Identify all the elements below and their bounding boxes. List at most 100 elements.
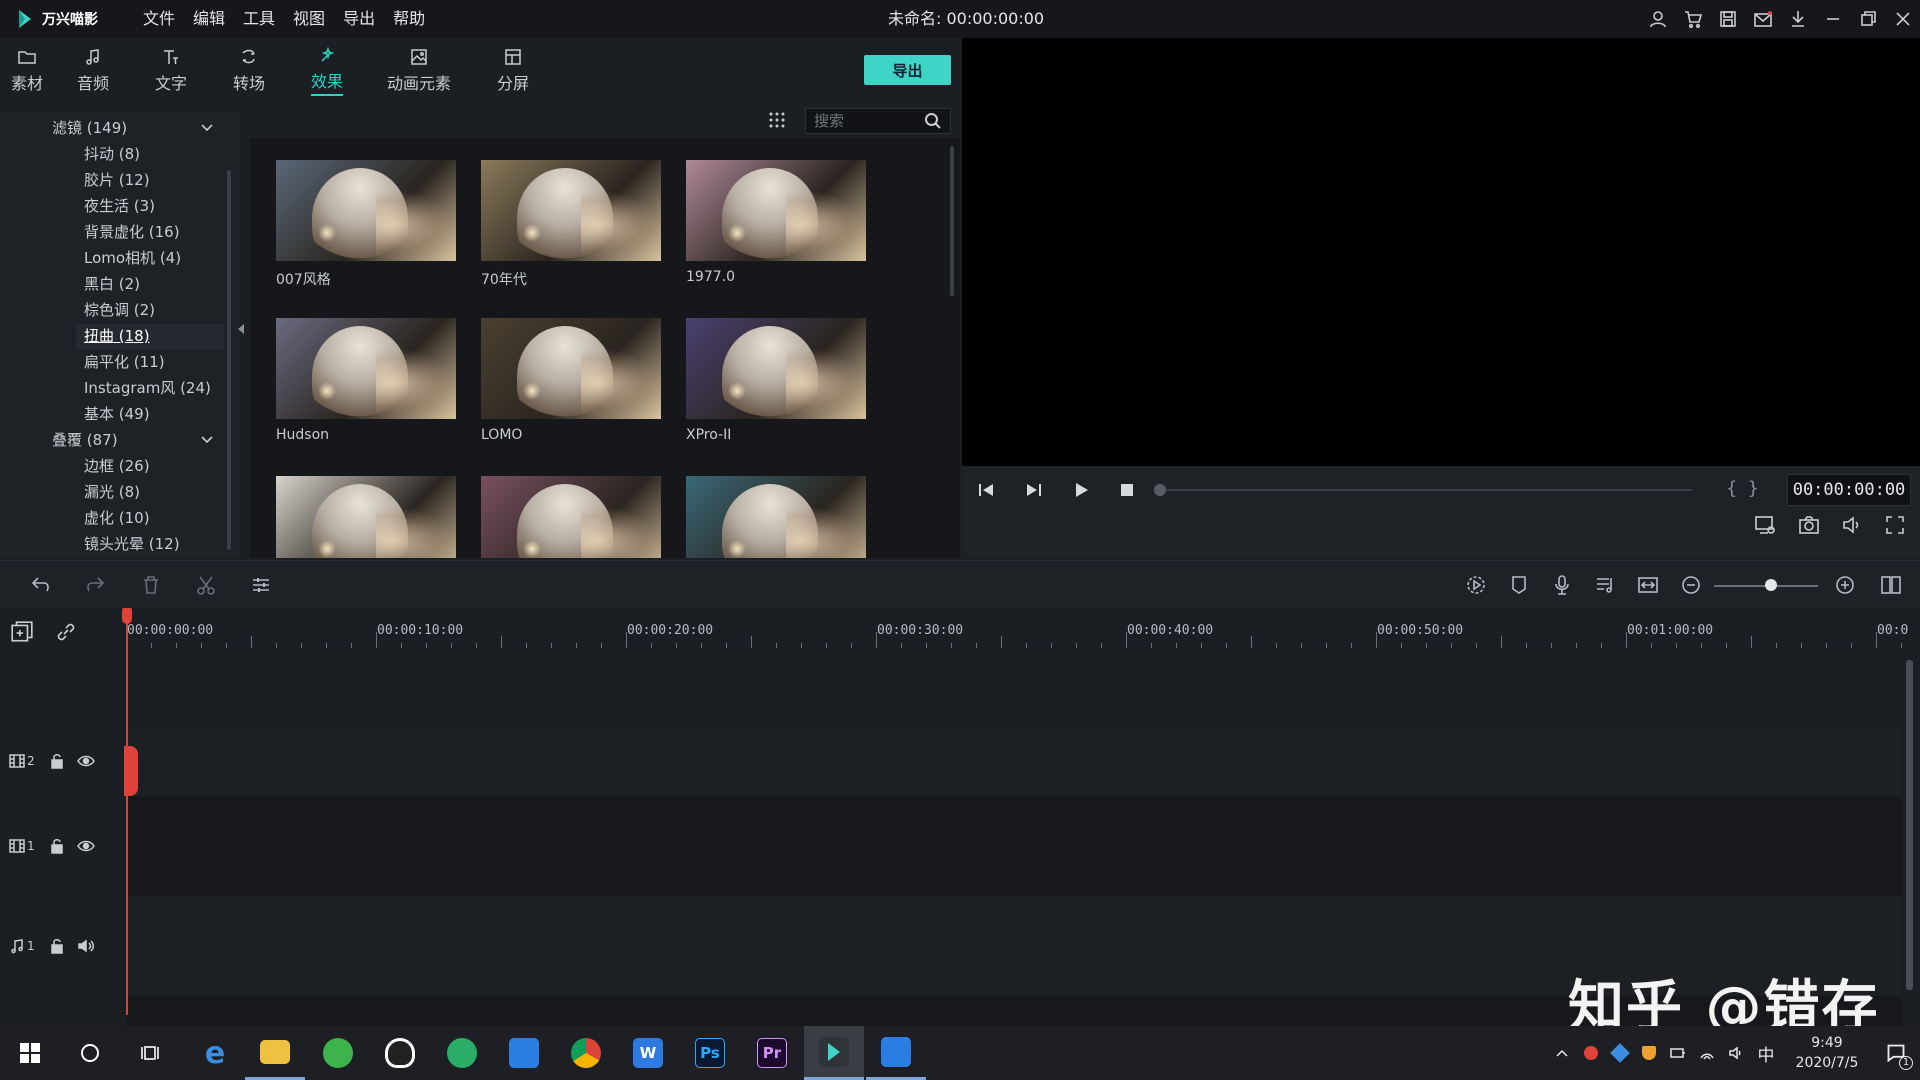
tree-item[interactable]: 扁平化 (11) <box>84 350 165 374</box>
tree-item[interactable]: 胶片 (12) <box>84 168 150 192</box>
redo-icon[interactable] <box>84 574 106 596</box>
delete-icon[interactable] <box>140 574 162 596</box>
menu-help[interactable]: 帮助 <box>384 0 434 38</box>
tree-category-filters[interactable]: 滤镜 (149) <box>52 116 127 140</box>
zoom-out-icon[interactable] <box>1680 574 1702 596</box>
lock-icon[interactable] <box>49 938 65 954</box>
volume-icon[interactable] <box>1841 514 1863 536</box>
tab-text[interactable]: 文字 <box>132 38 210 102</box>
timeline-ruler[interactable]: 00:00:00:00 00:00:10:00 00:00:20:00 00:00:3… <box>126 608 1908 656</box>
microphone-icon[interactable] <box>1551 574 1573 596</box>
taskbar-wechat-button[interactable] <box>432 1026 492 1080</box>
tree-item[interactable]: 边框 (26) <box>84 454 150 478</box>
tree-item[interactable]: 背景虚化 (16) <box>84 220 180 244</box>
effect-thumbnail[interactable]: XPro-II <box>686 318 866 443</box>
taskbar-start-button[interactable] <box>0 1026 60 1080</box>
collapse-arrow-icon[interactable] <box>237 322 245 336</box>
search-input[interactable] <box>806 112 924 130</box>
chevron-up-icon[interactable] <box>1547 1026 1576 1080</box>
taskbar-photoshop-button[interactable]: Ps <box>680 1026 740 1080</box>
lock-icon[interactable] <box>49 753 65 769</box>
effect-thumbnail[interactable]: 1977.0 <box>686 160 866 285</box>
display-settings-icon[interactable] <box>1754 514 1776 536</box>
minimize-button[interactable] <box>1815 0 1850 38</box>
search-icon[interactable] <box>924 112 942 130</box>
tree-item[interactable]: 虚化 (10) <box>84 506 150 530</box>
shield-tray-icon[interactable] <box>1634 1026 1663 1080</box>
fullscreen-icon[interactable] <box>1884 514 1906 536</box>
tree-item[interactable]: Instagram风 (24) <box>84 376 211 400</box>
menu-file[interactable]: 文件 <box>134 0 184 38</box>
effect-thumbnail[interactable] <box>686 476 866 558</box>
render-preview-icon[interactable] <box>1465 574 1487 596</box>
link-icon[interactable] <box>55 621 77 643</box>
message-button[interactable] <box>1745 0 1780 38</box>
tree-item[interactable]: 抖动 (8) <box>84 142 140 166</box>
input-method-indicator[interactable]: 中 <box>1750 1026 1782 1080</box>
tree-item[interactable]: 黑白 (2) <box>84 272 140 296</box>
tab-transition[interactable]: 转场 <box>210 38 288 102</box>
track-row-video-1[interactable] <box>126 796 1902 896</box>
tree-item-selected[interactable]: 扭曲 (18) <box>84 324 150 348</box>
taskbar-premiere-button[interactable]: Pr <box>742 1026 802 1080</box>
store-button[interactable] <box>1675 0 1710 38</box>
zoom-slider-handle[interactable] <box>1765 579 1778 591</box>
video-preview[interactable] <box>962 38 1920 466</box>
export-button[interactable]: 导出 <box>864 55 951 85</box>
cube-tray-icon[interactable] <box>1605 1026 1634 1080</box>
chevron-down-icon[interactable] <box>200 433 214 447</box>
play-button[interactable] <box>1070 479 1092 501</box>
undo-icon[interactable] <box>30 574 52 596</box>
taskbar-qq-button[interactable] <box>370 1026 430 1080</box>
menu-export[interactable]: 导出 <box>334 0 384 38</box>
lock-icon[interactable] <box>49 838 65 854</box>
tree-item[interactable]: Lomo相机 (4) <box>84 246 181 270</box>
grid-view-icon[interactable] <box>768 111 786 129</box>
tree-item[interactable]: 镜头光晕 (12) <box>84 532 180 556</box>
timeline-scrollbar[interactable] <box>1906 660 1913 990</box>
notification-center-button[interactable]: 1 <box>1872 1026 1920 1080</box>
track-row-video-2[interactable] <box>126 726 1902 796</box>
effect-thumbnail[interactable]: 70年代 <box>481 160 661 289</box>
menu-edit[interactable]: 编辑 <box>184 0 234 38</box>
add-track-icon[interactable] <box>10 620 34 644</box>
taskbar-edge-button[interactable]: e <box>185 1026 245 1080</box>
playhead-handle[interactable] <box>122 608 132 624</box>
taskbar-explorer-button[interactable] <box>245 1026 305 1080</box>
cut-icon[interactable] <box>195 574 217 596</box>
taskbar-phone-button[interactable] <box>866 1026 926 1080</box>
save-button[interactable] <box>1710 0 1745 38</box>
effect-thumbnail[interactable]: LOMO <box>481 318 661 443</box>
playback-progress-handle[interactable] <box>1154 484 1166 496</box>
taskbar-browser-button[interactable] <box>308 1026 368 1080</box>
playback-progress-bar[interactable] <box>1160 489 1692 491</box>
tab-split-screen[interactable]: 分屏 <box>472 38 554 102</box>
tree-item[interactable]: 漏光 (8) <box>84 480 140 504</box>
track-clip-edge[interactable] <box>124 746 138 796</box>
effect-thumbnail[interactable] <box>276 476 456 558</box>
prev-frame-button[interactable] <box>976 479 998 501</box>
stop-button[interactable] <box>1116 479 1138 501</box>
fit-timeline-icon[interactable] <box>1637 574 1659 596</box>
tree-category-overlays[interactable]: 叠覆 (87) <box>52 428 118 452</box>
mark-in-out-icon[interactable]: {} <box>1726 478 1769 499</box>
taskbar-filmora-button[interactable] <box>804 1026 864 1080</box>
close-button[interactable] <box>1885 0 1920 38</box>
qq-tray-icon[interactable] <box>1576 1026 1605 1080</box>
tree-item[interactable]: 基本 (49) <box>84 402 150 426</box>
audio-mixer-icon[interactable] <box>1594 574 1616 596</box>
download-button[interactable] <box>1780 0 1815 38</box>
taskbar-netdisk-button[interactable] <box>494 1026 554 1080</box>
taskbar-wps-button[interactable]: W <box>618 1026 678 1080</box>
tab-audio[interactable]: 音频 <box>54 38 132 102</box>
next-frame-button[interactable] <box>1022 479 1044 501</box>
effect-thumbnail[interactable] <box>481 476 661 558</box>
eye-icon[interactable] <box>76 753 95 769</box>
speaker-icon[interactable] <box>77 938 95 954</box>
tab-media[interactable]: 素材 <box>0 38 54 102</box>
system-clock[interactable]: 9:49 2020/7/5 <box>1782 1033 1872 1073</box>
track-row-empty[interactable] <box>126 656 1902 726</box>
volume-tray-icon[interactable] <box>1721 1026 1750 1080</box>
tab-effects[interactable]: 效果 <box>288 38 366 102</box>
taskbar-search-button[interactable] <box>60 1026 120 1080</box>
